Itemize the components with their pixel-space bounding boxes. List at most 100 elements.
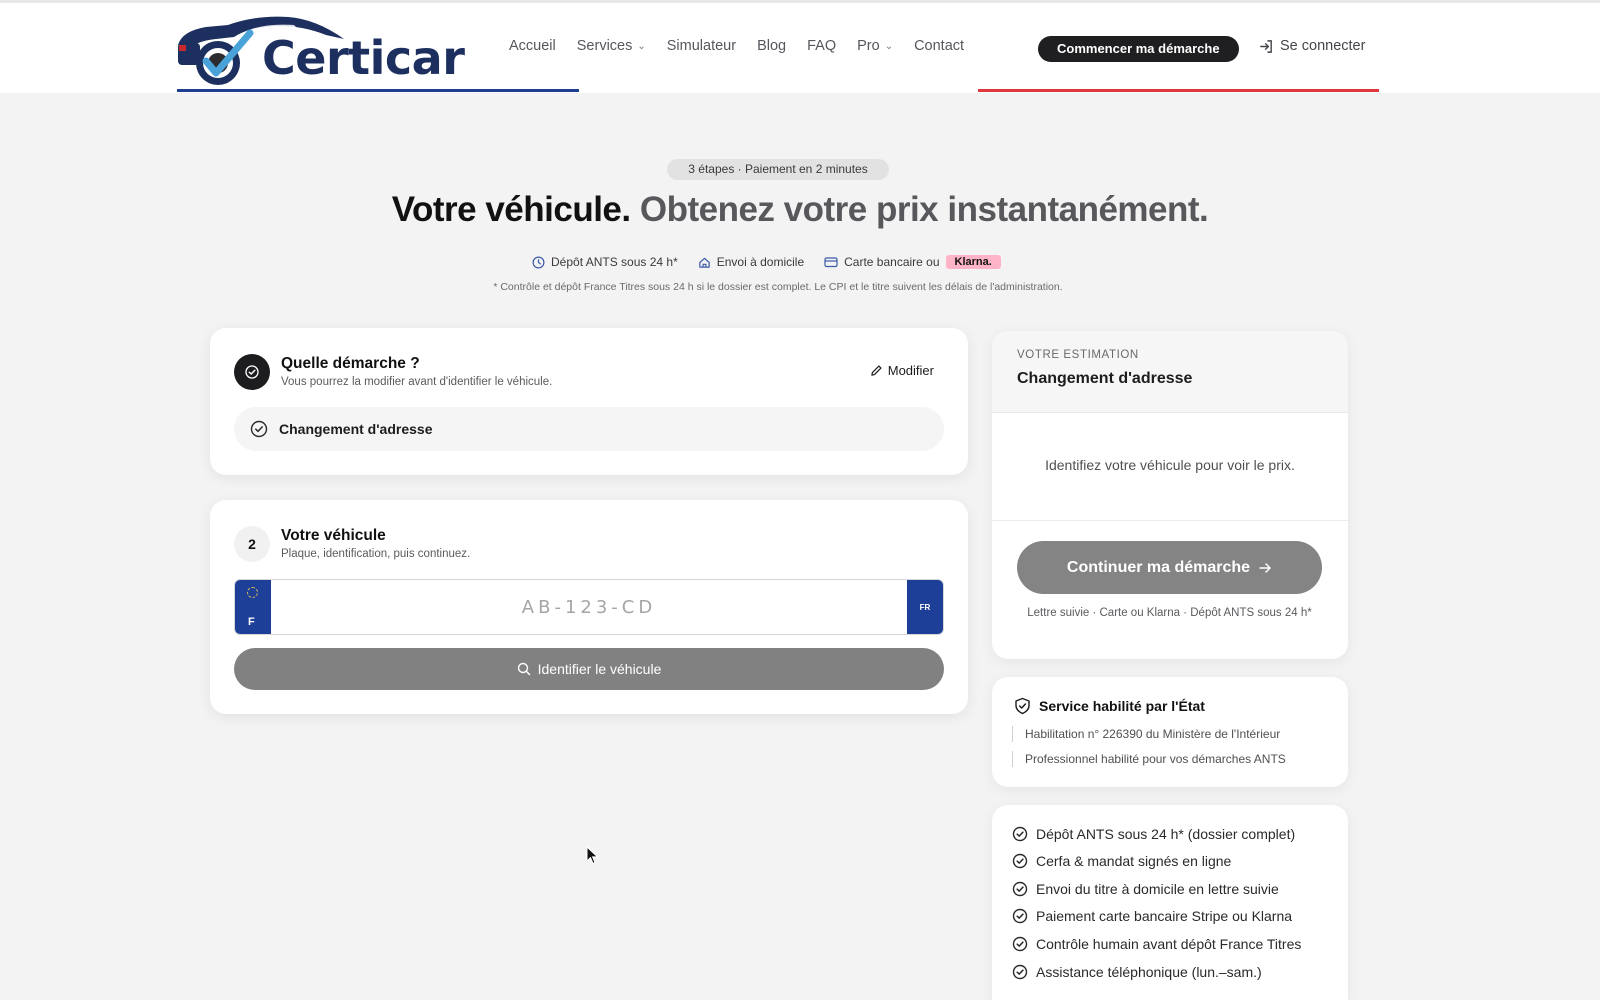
selected-process[interactable]: Changement d'adresse: [234, 407, 944, 451]
modify-button[interactable]: Modifier: [870, 363, 934, 378]
page-title: Votre véhicule. Obtenez votre prix insta…: [0, 190, 1600, 230]
benefit-item: Envoi du titre à domicile en lettre suiv…: [1012, 881, 1279, 897]
nav-label: Accueil: [509, 38, 556, 54]
eu-stars-icon: [247, 587, 258, 598]
nav-pro[interactable]: Pro ⌄: [857, 38, 893, 54]
login-link[interactable]: Se connecter: [1259, 38, 1365, 54]
check-circle-icon: [1012, 881, 1028, 897]
search-icon: [517, 662, 530, 676]
benefit-label: Assistance téléphonique (lun.–sam.): [1036, 964, 1262, 980]
nav-contact[interactable]: Contact: [914, 38, 964, 54]
logo-text: Certicar: [262, 31, 465, 85]
feature-list: Dépôt ANTS sous 24 h* Envoi à domicile C…: [532, 255, 1021, 269]
selected-process-label: Changement d'adresse: [279, 421, 433, 437]
main-nav: Accueil Services ⌄ Simulateur Blog FAQ Pr…: [509, 38, 985, 54]
check-circle-icon: [1012, 826, 1028, 842]
step1-title: Quelle démarche ?: [281, 355, 420, 372]
feature-ants-label: Dépôt ANTS sous 24 h*: [551, 255, 678, 269]
feature-ants: Dépôt ANTS sous 24 h*: [532, 255, 678, 269]
benefit-item: Dépôt ANTS sous 24 h* (dossier complet): [1012, 826, 1295, 842]
arrow-right-icon: [1259, 562, 1271, 573]
step2-title: Votre véhicule: [281, 527, 386, 544]
benefit-label: Dépôt ANTS sous 24 h* (dossier complet): [1036, 826, 1296, 842]
step-process-card: Quelle démarche ? Vous pourrez la modifi…: [210, 328, 968, 475]
estimate-title: Changement d'adresse: [1017, 370, 1193, 387]
pencil-icon: [871, 365, 882, 376]
title-part-1: Votre véhicule.: [391, 190, 631, 229]
benefit-label: Paiement carte bancaire Stripe ou Klarna: [1036, 908, 1293, 924]
estimate-panel: VOTRE ESTIMATION Changement d'adresse Id…: [992, 331, 1348, 659]
estimate-label: VOTRE ESTIMATION: [1017, 349, 1139, 361]
feature-payment-label: Carte bancaire ou: [844, 255, 940, 269]
estimate-meta: Lettre suivie · Carte ou Klarna · Dépôt …: [1027, 607, 1312, 619]
state-title-label: Service habilité par l'État: [1039, 698, 1205, 714]
nav-blog[interactable]: Blog: [757, 38, 786, 54]
nav-label: FAQ: [807, 38, 837, 54]
header-accent-red: [978, 89, 1379, 92]
step1-subtitle: Vous pourrez la modifier avant d'identif…: [281, 376, 553, 388]
plate-input[interactable]: [271, 580, 907, 634]
nav-label: Services: [576, 38, 633, 54]
nav-label: Simulateur: [666, 38, 737, 54]
state-line: Professionnel habilité pour vos démarche…: [1012, 751, 1286, 767]
site-header: Certicar Accueil Services ⌄ Simulateur Bl…: [0, 3, 1600, 93]
feature-home: Envoi à domicile: [698, 255, 804, 269]
divider: [992, 520, 1348, 521]
check-circle-icon: [1012, 908, 1028, 924]
title-part-2: Obtenez votre prix instantanément.: [639, 190, 1209, 229]
nav-label: Contact: [914, 38, 965, 54]
home-icon: [699, 257, 710, 268]
nav-services[interactable]: Services ⌄: [577, 38, 646, 54]
benefit-item: Cerfa & mandat signés en ligne: [1012, 853, 1231, 869]
check-circle-icon: [245, 365, 259, 379]
step-number-badge: 2: [234, 526, 270, 562]
plate-eu-band: F: [235, 580, 271, 634]
step-vehicle-card: 2 Votre véhicule Plaque, identification,…: [210, 500, 968, 714]
check-circle-icon: [1012, 936, 1028, 952]
nav-label: Blog: [757, 38, 787, 54]
step-done-badge: [234, 354, 270, 390]
feature-home-label: Envoi à domicile: [716, 255, 805, 269]
benefit-label: Envoi du titre à domicile en lettre suiv…: [1036, 881, 1279, 897]
nav-faq[interactable]: FAQ: [807, 38, 836, 54]
benefit-item: Assistance téléphonique (lun.–sam.): [1012, 964, 1262, 980]
certicar-logo[interactable]: Certicar: [176, 9, 465, 89]
feature-payment: Carte bancaire ou Klarna.: [824, 255, 1001, 269]
check-circle-icon: [1012, 853, 1028, 869]
shield-check-icon: [1015, 697, 1030, 715]
identify-vehicle-label: Identifier le véhicule: [537, 661, 662, 677]
plate-region-band: FR: [907, 580, 943, 634]
header-accent-blue: [177, 89, 579, 92]
state-line: Habilitation n° 226390 du Ministère de l…: [1012, 726, 1280, 742]
mouse-cursor-icon: [586, 846, 599, 865]
benefits-card: Dépôt ANTS sous 24 h* (dossier complet) …: [992, 805, 1348, 1000]
benefit-label: Contrôle humain avant dépôt France Titre…: [1036, 936, 1302, 952]
license-plate-field: F FR: [234, 579, 944, 635]
credit-card-icon: [824, 257, 838, 268]
benefit-item: Contrôle humain avant dépôt France Titre…: [1012, 936, 1301, 952]
chevron-down-icon: ⌄: [884, 40, 894, 52]
klarna-badge: Klarna.: [945, 255, 1001, 269]
clock-icon: [532, 256, 545, 268]
start-process-button[interactable]: Commencer ma démarche: [1038, 36, 1239, 62]
footnote: * Contrôle et dépôt France Titres sous 2…: [493, 281, 1063, 293]
nav-accueil[interactable]: Accueil: [509, 38, 556, 54]
state-authorization-card: Service habilité par l'État Habilitation…: [992, 677, 1348, 787]
nav-label: Pro: [857, 38, 880, 54]
login-label: Se connecter: [1280, 38, 1366, 54]
state-title: Service habilité par l'État: [1014, 697, 1205, 715]
modify-label: Modifier: [887, 363, 934, 378]
chevron-down-icon: ⌄: [637, 40, 646, 52]
benefit-label: Cerfa & mandat signés en ligne: [1036, 853, 1232, 869]
step2-subtitle: Plaque, identification, puis continuez.: [281, 548, 471, 560]
plate-country-code: F: [248, 616, 255, 628]
check-circle-icon: [1012, 964, 1028, 980]
benefit-item: Paiement carte bancaire Stripe ou Klarna: [1012, 908, 1292, 924]
check-circle-icon: [250, 420, 268, 438]
estimate-hint: Identifiez votre véhicule pour voir le p…: [1045, 457, 1295, 473]
continue-process-button[interactable]: Continuer ma démarche: [1017, 541, 1322, 594]
identify-vehicle-button[interactable]: Identifier le véhicule: [234, 648, 944, 690]
continue-process-label: Continuer ma démarche: [1066, 558, 1251, 576]
nav-simulateur[interactable]: Simulateur: [667, 38, 736, 54]
steps-pill: 3 étapes · Paiement en 2 minutes: [667, 159, 889, 180]
